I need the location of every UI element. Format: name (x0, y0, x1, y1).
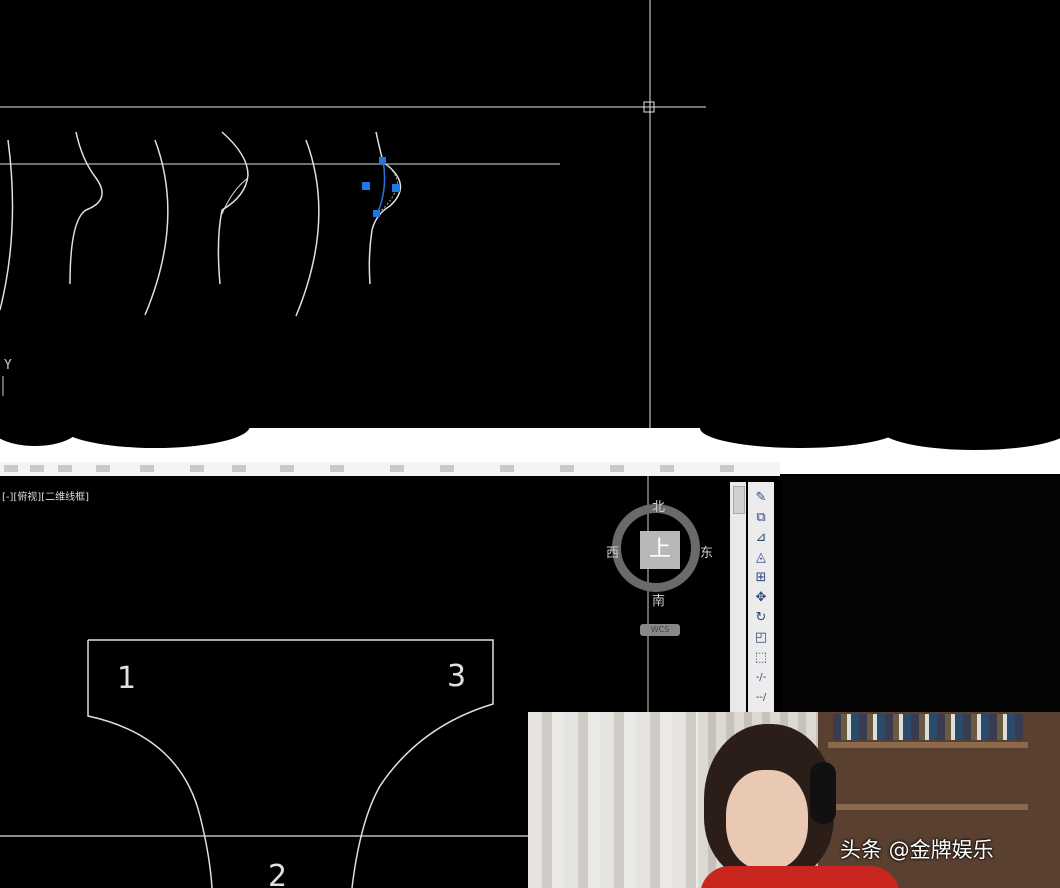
scrollbar-thumb[interactable] (733, 486, 745, 514)
curve-6-arc (376, 159, 386, 215)
curve-3 (144, 139, 169, 316)
webcam-shelf (828, 804, 1028, 810)
webcam-person-face (726, 770, 808, 870)
array-icon[interactable]: ⊞ (752, 570, 770, 586)
toolbar-icon[interactable] (500, 465, 514, 472)
torn-edge (60, 404, 250, 448)
erase-icon[interactable]: ✎ (752, 490, 770, 506)
toolbar-icon[interactable] (610, 465, 624, 472)
stretch-icon[interactable]: ⬚ (752, 650, 770, 666)
watermark: 头条 @金牌娱乐 (840, 838, 994, 862)
viewcube-west[interactable]: 西 (606, 542, 619, 561)
curve-5 (295, 139, 320, 317)
toolbar-icon[interactable] (58, 465, 72, 472)
grip-handle (362, 182, 370, 190)
offset-icon[interactable]: ◬ (752, 550, 770, 566)
webcam-books (833, 714, 1023, 740)
shape-number-label: 2 (268, 859, 287, 888)
mirror-icon[interactable]: ⊿ (752, 530, 770, 546)
torn-edge (880, 408, 1060, 450)
shape-number-label: 3 (447, 659, 466, 694)
extend-icon[interactable]: --/ (752, 690, 770, 706)
grip-handle (373, 210, 380, 217)
trim-icon[interactable]: -/- (752, 670, 770, 686)
grip-handle (379, 157, 386, 164)
toolbar-icon[interactable] (280, 465, 294, 472)
shape-number-label: 1 (117, 661, 136, 696)
toolbar-icon[interactable] (560, 465, 574, 472)
toolbar-icon[interactable] (440, 465, 454, 472)
move-icon[interactable]: ✥ (752, 590, 770, 606)
webcam-curtain (528, 712, 698, 888)
torn-edge (700, 408, 900, 448)
grip-handle (392, 184, 400, 192)
toolbar-icon[interactable] (30, 465, 44, 472)
ucs-y-label: Y (4, 358, 12, 373)
top-drawing-canvas[interactable] (0, 0, 1060, 440)
curve-4 (217, 131, 249, 285)
toolbar-icon[interactable] (190, 465, 204, 472)
toolbar-icon[interactable] (96, 465, 110, 472)
toolbar-icon[interactable] (660, 465, 674, 472)
right-panel-background (782, 476, 1060, 712)
toolbar-icon[interactable] (390, 465, 404, 472)
curve-6-selected (368, 131, 402, 285)
viewcube-south[interactable]: 南 (652, 590, 665, 609)
viewcube-top-face[interactable]: 上 (640, 531, 680, 569)
cad-top-viewport[interactable]: Y (0, 0, 1060, 440)
viewcube-east[interactable]: 东 (700, 542, 713, 561)
viewcube[interactable]: 上 北 南 西 东 WCS (606, 496, 718, 646)
webcam-shelf (828, 742, 1028, 748)
toolbar-icon[interactable] (140, 465, 154, 472)
ribbon-toolbar-strip[interactable] (0, 462, 780, 476)
webcam-person-shirt (700, 866, 900, 888)
curve-1 (0, 139, 14, 311)
modify-toolbar[interactable]: ✎ ⧉ ⊿ ◬ ⊞ ✥ ↻ ◰ ⬚ -/- --/ (748, 482, 774, 712)
webcam-overlay: 头条 @金牌娱乐 (528, 712, 1060, 888)
wcs-dropdown[interactable]: WCS (640, 624, 680, 636)
toolbar-icon[interactable] (330, 465, 344, 472)
rotate-icon[interactable]: ↻ (752, 610, 770, 626)
toolbar-icon[interactable] (720, 465, 734, 472)
curve-4-inner (221, 177, 249, 215)
pattern-outline (87, 639, 494, 888)
copy-icon[interactable]: ⧉ (752, 510, 770, 526)
scale-icon[interactable]: ◰ (752, 630, 770, 646)
toolbar-icon[interactable] (232, 465, 246, 472)
curve-2 (69, 131, 103, 285)
toolbar-icon[interactable] (4, 465, 18, 472)
side-scrollbar[interactable] (730, 482, 746, 712)
viewcube-north[interactable]: 北 (652, 496, 665, 515)
headphone-icon (810, 762, 836, 824)
